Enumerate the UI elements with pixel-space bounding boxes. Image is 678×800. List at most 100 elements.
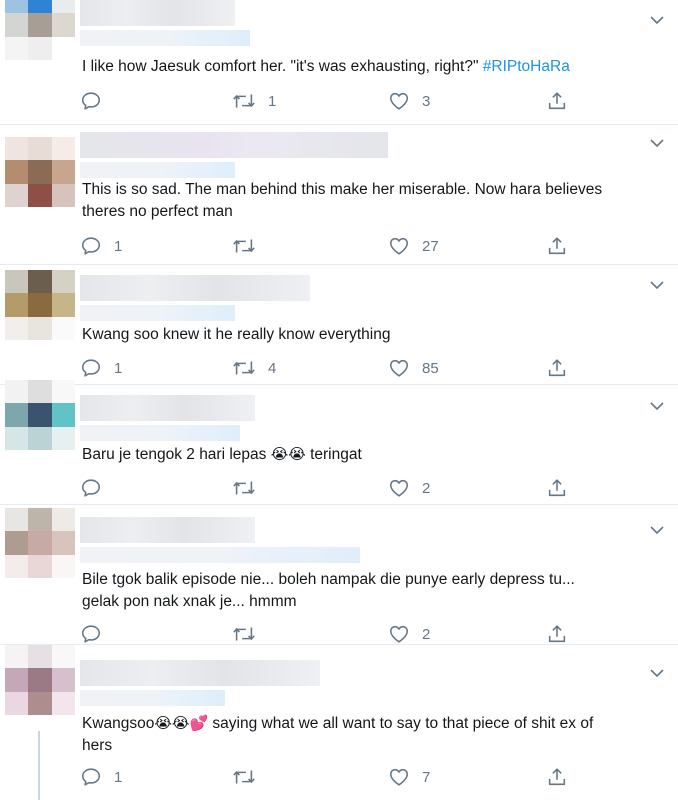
retweet-icon: [233, 239, 255, 253]
retweet-button[interactable]: [232, 476, 268, 500]
share-button[interactable]: [546, 622, 568, 646]
like-count: 3: [422, 92, 431, 110]
reply-icon: [81, 768, 101, 786]
tweet[interactable]: I like how Jaesuk comfort her. "it's was…: [0, 0, 678, 125]
reply-button[interactable]: 1: [80, 356, 122, 380]
avatar[interactable]: [5, 380, 75, 450]
avatar[interactable]: [5, 508, 75, 578]
share-button[interactable]: [546, 234, 568, 258]
like-button[interactable]: 2: [388, 622, 430, 646]
retweet-button[interactable]: [232, 765, 268, 789]
hashtag-link[interactable]: #RIPtoHaRa: [483, 58, 570, 75]
reply-count: 1: [114, 359, 123, 377]
like-button[interactable]: 7: [388, 765, 430, 789]
share-icon: [548, 768, 566, 786]
retweet-count: 4: [268, 359, 277, 377]
blurred-username: [80, 517, 255, 543]
share-icon: [548, 625, 566, 643]
retweet-icon: [233, 94, 255, 108]
crying-emoji: 😭😭: [270, 445, 306, 463]
blurred-username: [80, 132, 388, 158]
retweet-button[interactable]: [232, 622, 268, 646]
share-icon: [548, 237, 566, 255]
reply-count: 1: [114, 768, 123, 786]
retweet-icon: [233, 361, 255, 375]
share-icon: [548, 92, 566, 110]
reply-button[interactable]: [80, 622, 114, 646]
blurred-username: [80, 395, 255, 421]
crying-heart-emoji: 😭😭💕: [154, 714, 209, 732]
reply-icon: [81, 92, 101, 110]
share-button[interactable]: [546, 765, 568, 789]
chevron-down-icon[interactable]: [650, 138, 664, 148]
reply-icon: [81, 359, 101, 377]
tweet-text: This is so sad. The man behind this make…: [82, 181, 603, 220]
blurred-handle: [80, 425, 240, 441]
chevron-down-icon[interactable]: [650, 525, 664, 535]
blurred-handle: [80, 547, 360, 563]
tweet[interactable]: Bile tgok balik episode nie... boleh nam…: [0, 505, 678, 645]
reply-icon: [81, 237, 101, 255]
like-button[interactable]: 85: [388, 356, 439, 380]
retweet-button[interactable]: 1: [232, 89, 276, 113]
reply-icon: [81, 625, 101, 643]
heart-icon: [389, 768, 409, 786]
reply-button[interactable]: 1: [80, 765, 122, 789]
chevron-down-icon[interactable]: [650, 15, 664, 25]
retweet-icon: [233, 770, 255, 784]
heart-icon: [389, 479, 409, 497]
like-count: 7: [422, 768, 431, 786]
like-count: 2: [422, 625, 431, 643]
blurred-handle: [80, 305, 235, 321]
like-button[interactable]: 27: [388, 234, 439, 258]
blurred-username: [80, 275, 310, 301]
replies-feed: I like how Jaesuk comfort her. "it's was…: [0, 0, 678, 800]
like-count: 85: [422, 359, 439, 377]
retweet-icon: [233, 627, 255, 641]
tweet[interactable]: This is so sad. The man behind this make…: [0, 125, 678, 265]
heart-icon: [389, 625, 409, 643]
thread-line: [38, 731, 40, 800]
blurred-username: [80, 660, 320, 686]
blurred-handle: [80, 690, 225, 706]
like-button[interactable]: 3: [388, 89, 430, 113]
reply-button[interactable]: [80, 89, 114, 113]
reply-count: 1: [114, 237, 123, 255]
like-button[interactable]: 2: [388, 476, 430, 500]
heart-icon: [389, 237, 409, 255]
retweet-icon: [233, 481, 255, 495]
tweet-text: Kwang soo knew it he really know everyth…: [82, 326, 391, 343]
avatar[interactable]: [5, 270, 75, 340]
chevron-down-icon[interactable]: [650, 668, 664, 678]
chevron-down-icon[interactable]: [650, 280, 664, 290]
tweet[interactable]: Kwang soo knew it he really know everyth…: [0, 265, 678, 385]
tweet-text: Baru je tengok 2 hari lepas 😭😭 teringat: [82, 445, 362, 463]
share-icon: [548, 479, 566, 497]
retweet-count: 1: [268, 92, 277, 110]
tweet[interactable]: Baru je tengok 2 hari lepas 😭😭 teringat …: [0, 380, 678, 505]
heart-icon: [389, 359, 409, 377]
avatar[interactable]: [5, 645, 75, 715]
retweet-button[interactable]: 4: [232, 356, 276, 380]
tweet-text: Kwangsoo😭😭💕 saying what we all want to s…: [82, 714, 594, 754]
retweet-button[interactable]: [232, 234, 268, 258]
tweet-text: Bile tgok balik episode nie... boleh nam…: [82, 571, 575, 610]
reply-icon: [81, 479, 101, 497]
tweet-text: I like how Jaesuk comfort her. "it's was…: [82, 58, 570, 75]
tweet[interactable]: Kwangsoo😭😭💕 saying what we all want to s…: [0, 645, 678, 800]
avatar[interactable]: [5, 0, 75, 60]
like-count: 27: [422, 237, 439, 255]
reply-button[interactable]: 1: [80, 234, 122, 258]
like-count: 2: [422, 479, 431, 497]
chevron-down-icon[interactable]: [650, 401, 664, 411]
heart-icon: [389, 92, 409, 110]
blurred-username: [80, 0, 235, 26]
share-button[interactable]: [546, 476, 568, 500]
avatar[interactable]: [5, 137, 75, 207]
share-button[interactable]: [546, 89, 568, 113]
share-icon: [548, 359, 566, 377]
reply-button[interactable]: [80, 476, 114, 500]
blurred-handle: [80, 162, 235, 178]
share-button[interactable]: [546, 356, 568, 380]
blurred-handle: [80, 30, 250, 46]
